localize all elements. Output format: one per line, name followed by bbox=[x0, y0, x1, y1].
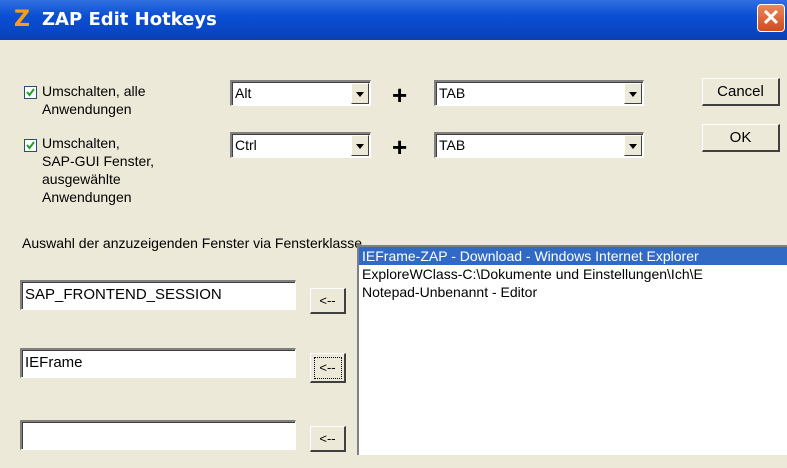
window-class-field-1[interactable]: SAP_FRONTEND_SESSION bbox=[20, 280, 296, 310]
ok-button[interactable]: OK bbox=[702, 124, 780, 152]
plus-sign: + bbox=[392, 80, 408, 110]
zap-logo-icon: Z bbox=[14, 7, 30, 32]
close-button[interactable]: ✕ bbox=[757, 4, 785, 32]
hotkey-1-label: Umschalten, alle Anwendungen bbox=[42, 83, 146, 117]
window-class-field-3[interactable] bbox=[20, 420, 296, 450]
title-bar[interactable]: Z ZAP Edit Hotkeys ✕ bbox=[0, 0, 787, 40]
window-class-field-2[interactable]: IEFrame bbox=[20, 348, 296, 378]
dropdown-arrow-icon[interactable] bbox=[624, 83, 642, 104]
check-icon bbox=[26, 141, 35, 150]
hotkey-2-modifier-select[interactable]: Ctrl bbox=[230, 132, 371, 158]
window-title: ZAP Edit Hotkeys bbox=[42, 9, 217, 30]
dropdown-arrow-icon[interactable] bbox=[351, 83, 369, 104]
open-windows-listbox[interactable]: IEFrame-ZAP - Download - Windows Interne… bbox=[357, 245, 787, 455]
cancel-button[interactable]: Cancel bbox=[702, 78, 780, 106]
hotkey-1-key-select[interactable]: TAB bbox=[434, 80, 644, 106]
dropdown-arrow-icon[interactable] bbox=[624, 135, 642, 156]
dropdown-arrow-icon[interactable] bbox=[351, 135, 369, 156]
hotkey-1-checkbox[interactable] bbox=[24, 86, 37, 99]
list-item[interactable]: Notepad-Unbenannt - Editor bbox=[359, 283, 787, 301]
list-item[interactable]: ExploreWClass-C:\Dokumente und Einstellu… bbox=[359, 265, 787, 283]
hotkey-2-checkbox[interactable] bbox=[24, 139, 37, 152]
hotkey-2-key-select[interactable]: TAB bbox=[434, 132, 644, 158]
list-item[interactable]: IEFrame-ZAP - Download - Windows Interne… bbox=[359, 247, 787, 265]
hotkey-2-label: Umschalten, SAP-GUI Fenster, ausgewählte… bbox=[42, 135, 155, 205]
add-class-1-button[interactable]: <-- bbox=[310, 288, 346, 314]
add-class-3-button[interactable]: <-- bbox=[310, 426, 346, 452]
check-icon bbox=[26, 88, 35, 97]
plus-sign: + bbox=[392, 132, 408, 162]
add-class-2-button[interactable]: <-- bbox=[310, 353, 346, 383]
hotkey-1-modifier-select[interactable]: Alt bbox=[230, 80, 371, 106]
window-class-section-label: Auswahl der anzuzeigenden Fenster via Fe… bbox=[22, 235, 363, 251]
